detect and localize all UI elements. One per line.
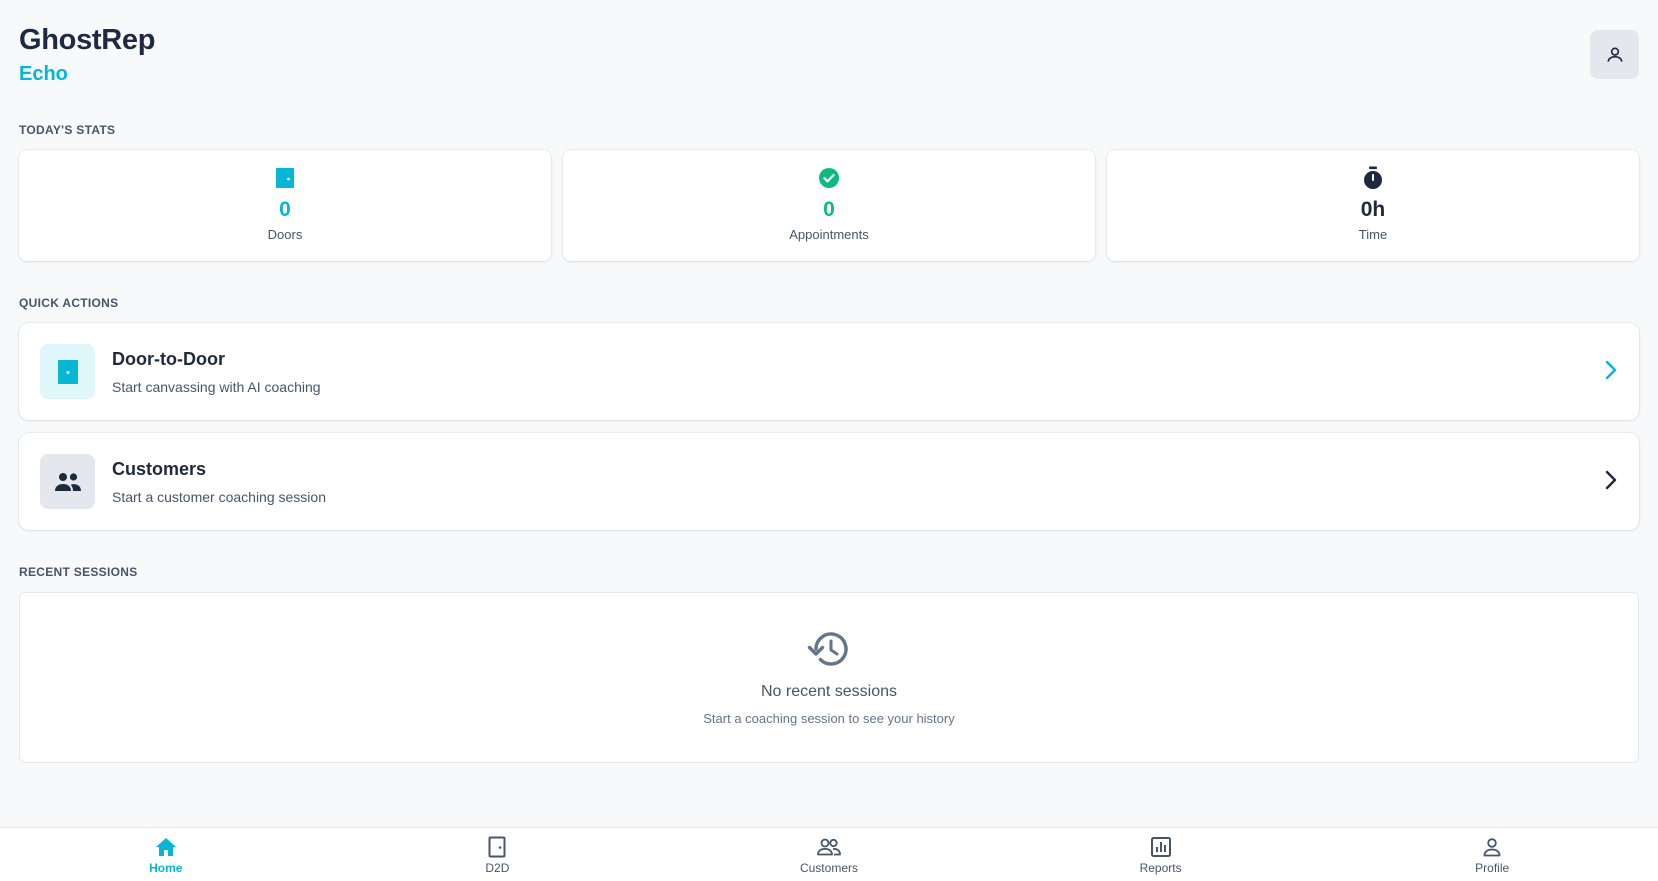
profile-button[interactable] xyxy=(1590,30,1639,79)
action-description: Start a customer coaching session xyxy=(112,488,326,505)
chevron-right-icon xyxy=(1605,360,1617,380)
nav-item-profile[interactable]: Profile xyxy=(1326,828,1658,881)
action-title: Door-to-Door xyxy=(112,348,225,369)
chevron-right-icon xyxy=(1605,470,1617,490)
stat-card-doors: 0 Doors xyxy=(19,150,551,261)
door-icon xyxy=(57,359,78,384)
nav-label: Customers xyxy=(799,861,858,875)
stat-label: Appointments xyxy=(789,227,869,242)
nav-item-home[interactable]: Home xyxy=(0,828,332,881)
app-subtitle: Echo xyxy=(19,63,68,85)
reports-icon xyxy=(1150,837,1171,857)
timer-icon xyxy=(1364,166,1382,189)
stat-value: 0 xyxy=(823,198,835,221)
door-icon xyxy=(276,168,294,188)
recent-sessions-card: No recent sessions Start a coaching sess… xyxy=(19,592,1639,763)
recent-sessions-section-label: RECENT SESSIONS xyxy=(19,565,138,579)
home-screen: GhostRep Echo TODAY'S STATS 0 Doors 0 Ap… xyxy=(0,0,1658,881)
nav-label: Profile xyxy=(1475,861,1510,875)
bottom-navigation: Home D2D Customers Reports Profile xyxy=(0,827,1658,881)
nav-label: D2D xyxy=(485,861,510,875)
action-description: Start canvassing with AI coaching xyxy=(112,378,321,395)
customers-action[interactable]: Customers Start a customer coaching sess… xyxy=(19,433,1639,530)
stat-card-appointments: 0 Appointments xyxy=(563,150,1095,261)
action-icon-box xyxy=(40,454,95,509)
person-outline-icon xyxy=(1483,838,1501,857)
stat-card-time: 0h Time xyxy=(1107,150,1639,261)
app-title: GhostRep xyxy=(19,24,156,56)
door-outline-icon xyxy=(488,836,506,858)
people-outline-icon xyxy=(817,838,841,856)
stats-row: 0 Doors 0 Appointments 0h Time xyxy=(19,150,1639,261)
stat-label: Time xyxy=(1358,227,1388,242)
quick-actions-section-label: QUICK ACTIONS xyxy=(19,296,119,310)
people-icon xyxy=(54,472,81,491)
action-icon-box xyxy=(40,344,95,399)
nav-item-reports[interactable]: Reports xyxy=(995,828,1327,881)
stats-section-label: TODAY'S STATS xyxy=(19,123,116,137)
door-to-door-action[interactable]: Door-to-Door Start canvassing with AI co… xyxy=(19,323,1639,420)
nav-label: Reports xyxy=(1139,861,1182,875)
stat-value: 0 xyxy=(279,198,291,221)
action-title: Customers xyxy=(112,458,207,479)
nav-label: Home xyxy=(149,861,183,875)
empty-state-description: Start a coaching session to see your his… xyxy=(703,711,955,726)
stat-label: Doors xyxy=(267,227,303,242)
app-header: GhostRep Echo xyxy=(19,24,155,86)
nav-item-d2d[interactable]: D2D xyxy=(332,828,664,881)
empty-state-title: No recent sessions xyxy=(760,683,898,700)
nav-item-customers[interactable]: Customers xyxy=(663,828,995,881)
person-icon xyxy=(1607,47,1622,62)
stat-value: 0h xyxy=(1360,198,1386,221)
home-icon xyxy=(155,838,176,856)
history-icon xyxy=(807,632,848,666)
check-circle-icon xyxy=(819,168,839,188)
